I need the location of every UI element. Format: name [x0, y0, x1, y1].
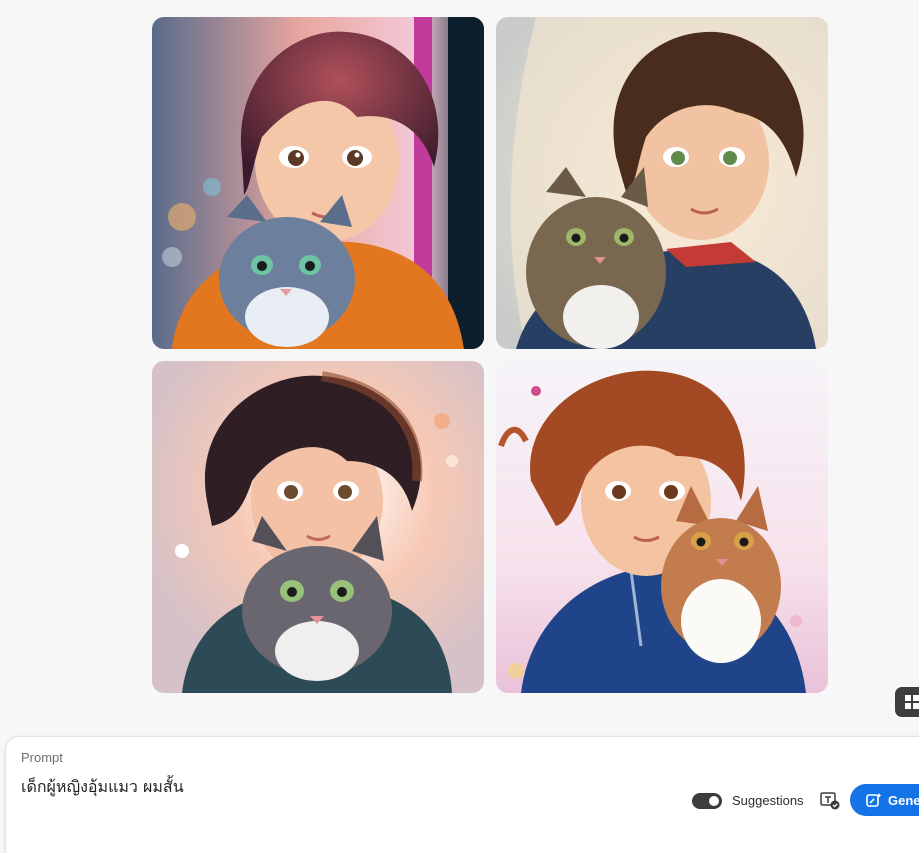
generated-image-2[interactable] — [496, 17, 828, 349]
generated-image-3-art — [152, 361, 484, 693]
prompt-label: Prompt — [21, 750, 63, 765]
generated-image-1[interactable] — [152, 17, 484, 349]
prompt-input[interactable]: เด็กผู้หญิงอุ้มแมว ผมสั้น — [21, 775, 184, 800]
generate-label: Gene — [888, 792, 919, 808]
generated-image-1-art — [152, 17, 484, 349]
generated-image-4-art — [496, 361, 828, 693]
suggestions-label: Suggestions — [732, 793, 804, 808]
generate-button[interactable]: Gene — [850, 784, 919, 816]
generated-image-4[interactable] — [496, 361, 828, 693]
grid-view-button[interactable] — [895, 687, 919, 717]
prompt-panel: Prompt เด็กผู้หญิงอุ้มแมว ผมสั้น Suggest… — [5, 736, 919, 853]
content-credentials-icon[interactable] — [820, 792, 840, 810]
suggestions-toggle[interactable] — [692, 793, 722, 809]
generated-image-3[interactable] — [152, 361, 484, 693]
generate-sparkle-icon — [866, 793, 882, 807]
grid-view-icon — [905, 695, 919, 709]
toggle-knob — [709, 796, 719, 806]
page: Prompt เด็กผู้หญิงอุ้มแมว ผมสั้น Suggest… — [0, 0, 919, 853]
generated-image-2-art — [496, 17, 828, 349]
